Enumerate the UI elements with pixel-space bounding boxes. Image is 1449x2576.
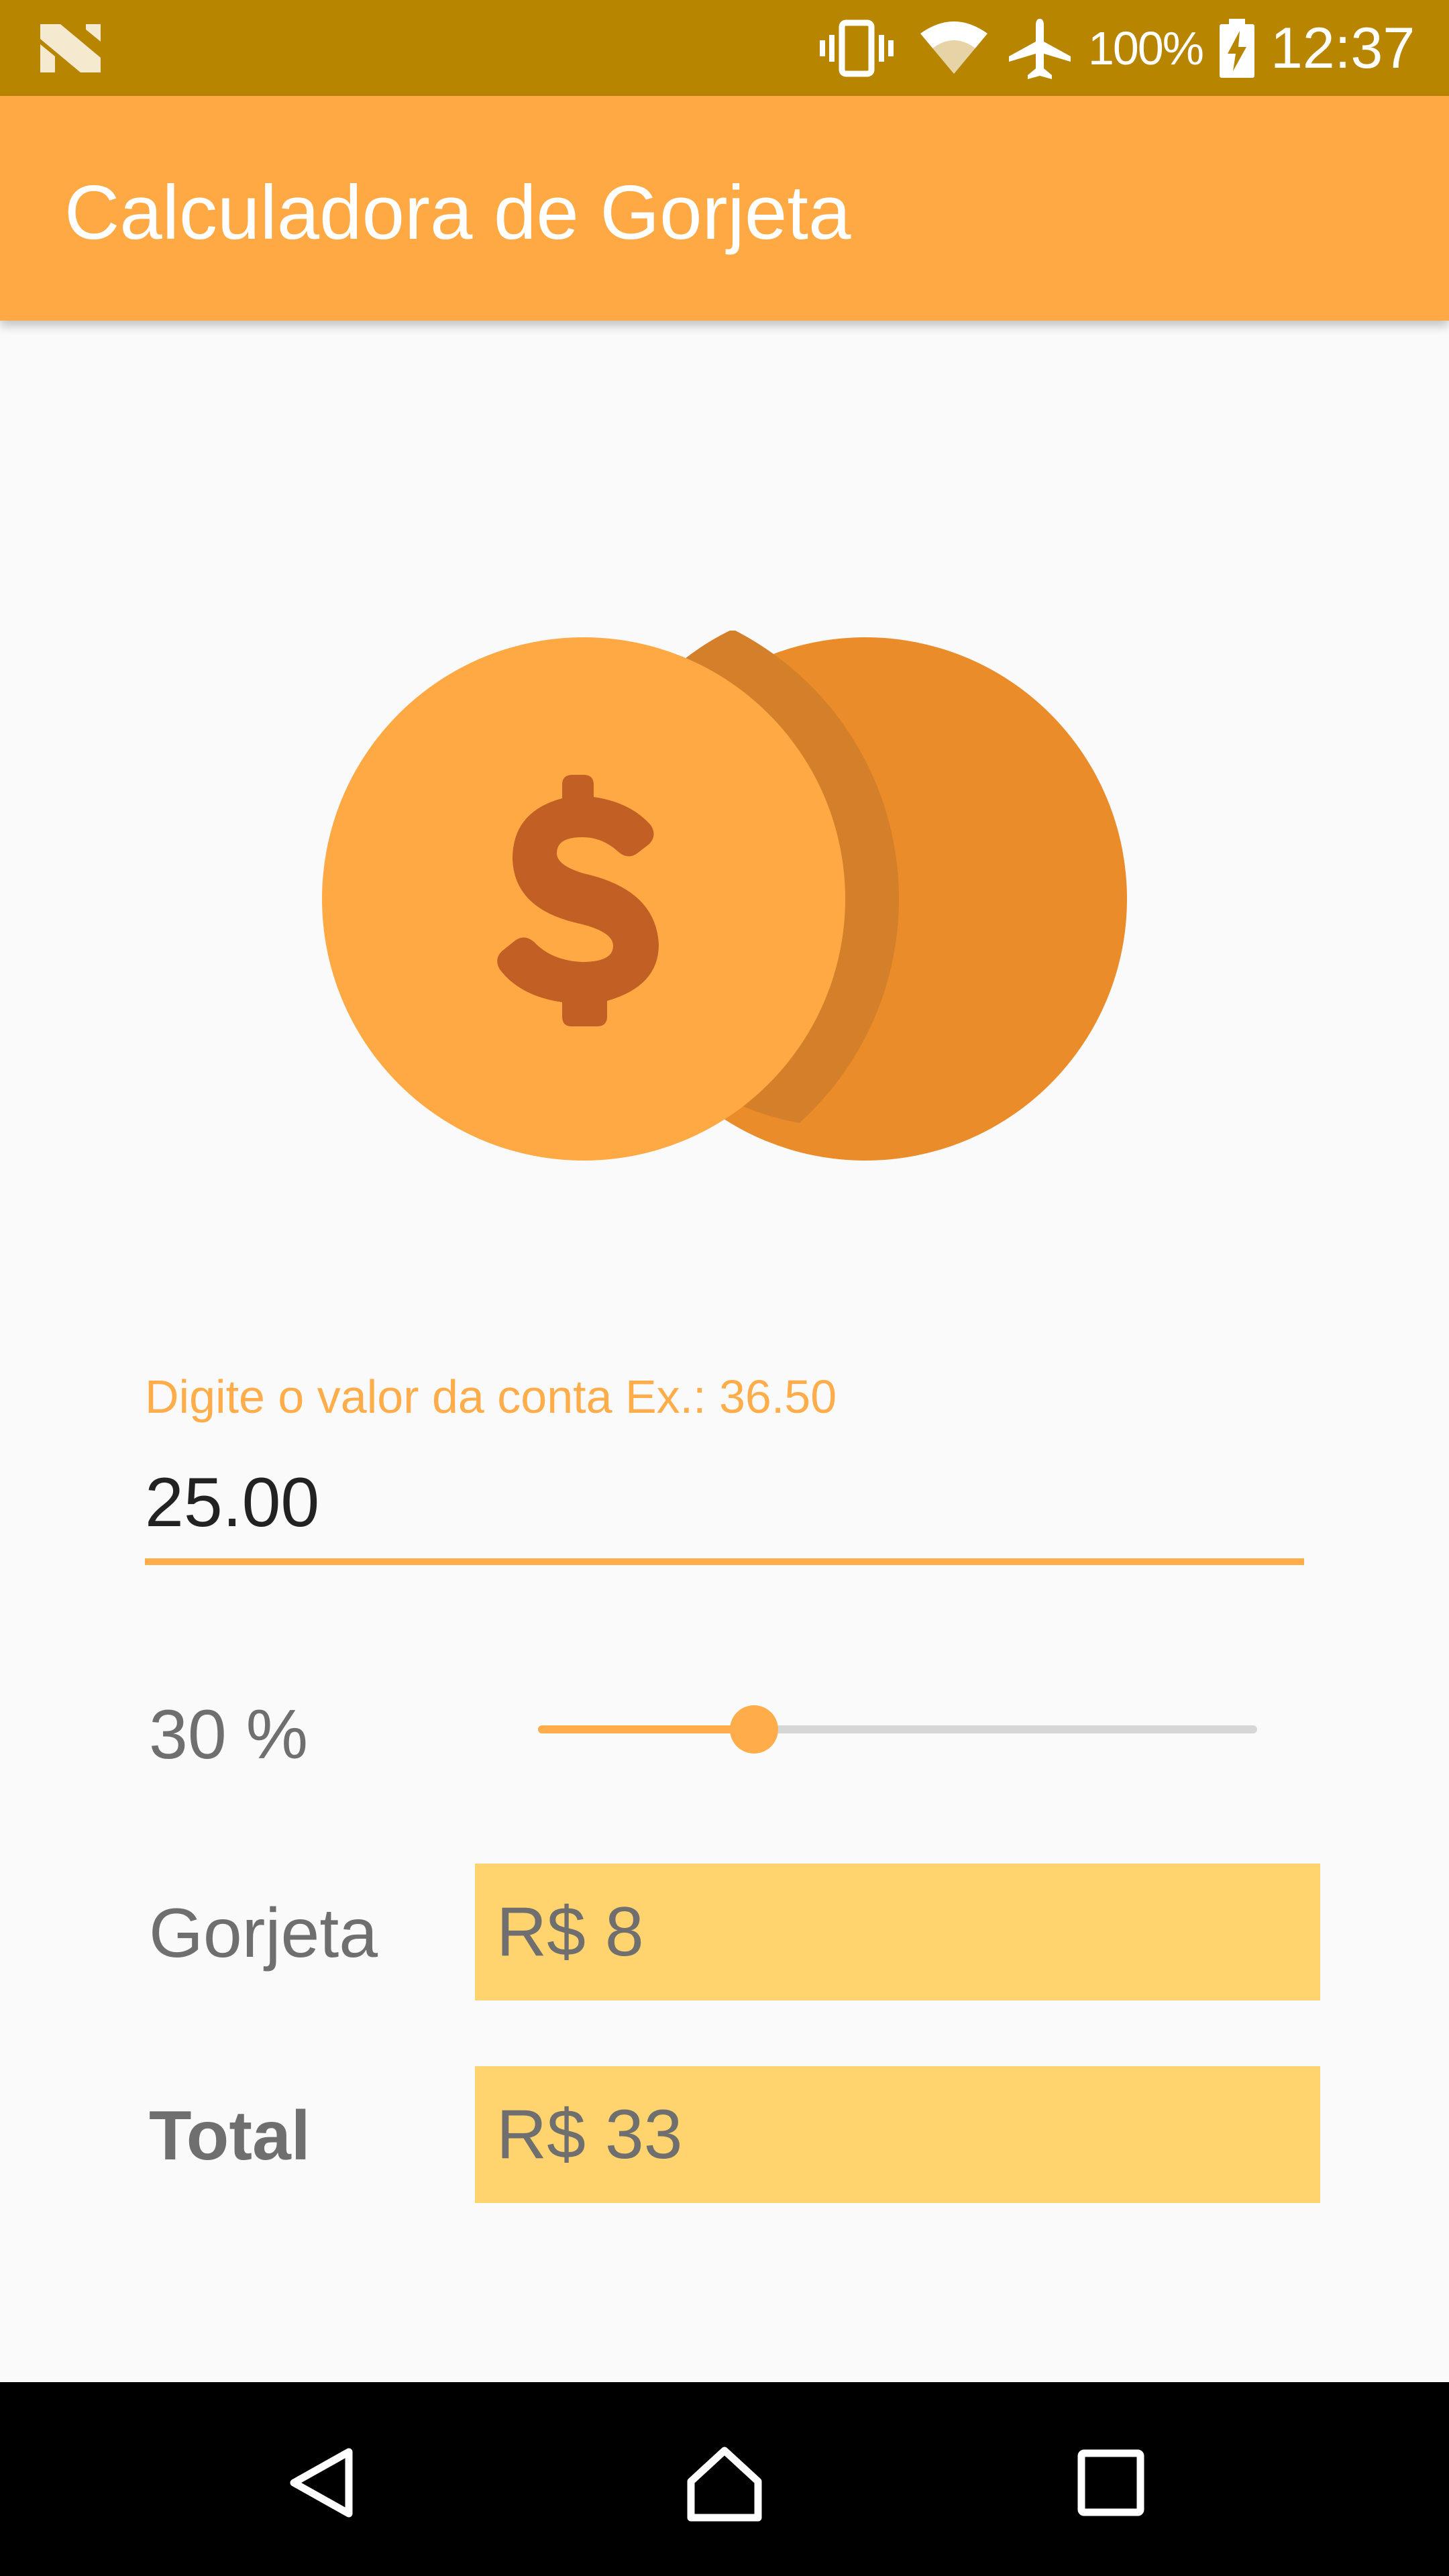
tip-value-box: R$ 8: [475, 1864, 1320, 2000]
android-n-icon: [40, 24, 101, 72]
battery-percent: 100%: [1088, 22, 1204, 74]
bill-input-label: Digite o valor da conta Ex.: 36.50: [145, 1371, 837, 1423]
tip-percent-label: 30 %: [149, 1696, 309, 1774]
tip-label: Gorjeta: [149, 1894, 378, 1972]
battery-charging-icon: [1220, 19, 1254, 78]
home-icon[interactable]: [684, 2443, 765, 2523]
recents-icon[interactable]: [1071, 2443, 1151, 2523]
tip-value: R$ 8: [496, 1893, 644, 1971]
slider-fill: [538, 1725, 754, 1733]
total-label: Total: [149, 2097, 311, 2175]
vibrate-icon: [820, 19, 894, 77]
status-bar: 100% 12:37: [0, 0, 1449, 96]
airplane-mode-icon: [1009, 19, 1071, 79]
app-bar: Calculadora de Gorjeta: [0, 96, 1449, 321]
app-title: Calculadora de Gorjeta: [64, 170, 851, 256]
wifi-icon: [920, 21, 987, 74]
total-value-box: R$ 33: [475, 2066, 1320, 2203]
bill-input[interactable]: 25.00: [145, 1462, 319, 1543]
tip-percent-slider[interactable]: [538, 1697, 1257, 1762]
navigation-bar: [0, 2382, 1449, 2576]
back-icon[interactable]: [282, 2443, 362, 2523]
coins-dollar-icon: [315, 631, 1127, 1167]
slider-thumb[interactable]: [729, 1705, 778, 1754]
total-value: R$ 33: [496, 2096, 683, 2174]
status-clock: 12:37: [1271, 16, 1415, 80]
bill-input-underline: [145, 1558, 1304, 1565]
